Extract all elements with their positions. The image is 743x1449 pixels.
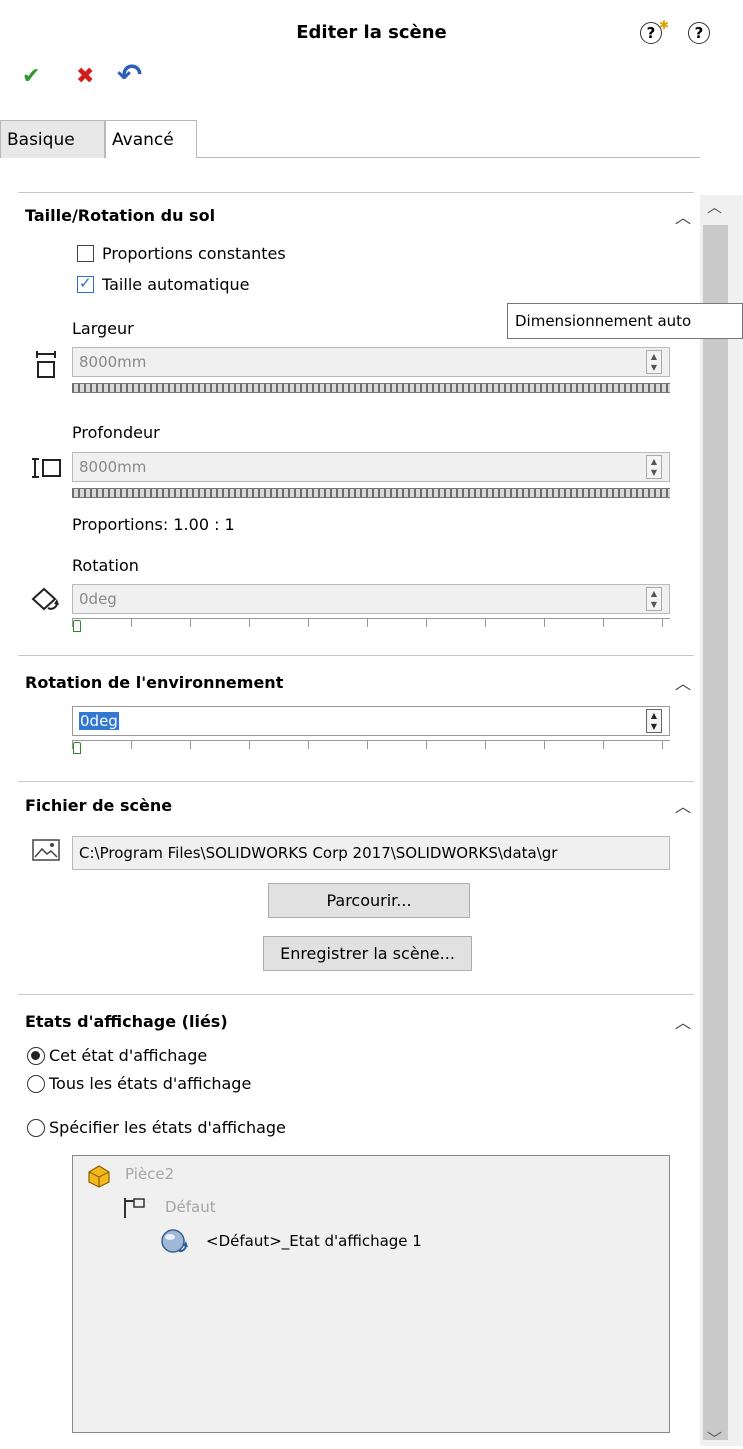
environment-rotation-slider[interactable] bbox=[72, 740, 670, 754]
section-title-scene-file: Fichier de scène bbox=[25, 796, 173, 815]
whats-new-icon[interactable]: ? ✱ bbox=[640, 18, 669, 44]
rotation-spinner[interactable]: ▲ ▼ bbox=[646, 587, 662, 611]
radio-all-states-label: Tous les états d'affichage bbox=[49, 1074, 252, 1093]
section-divider bbox=[18, 655, 694, 656]
width-spinner[interactable]: ▲ ▼ bbox=[646, 350, 662, 374]
rotation-icon bbox=[30, 586, 60, 612]
section-divider bbox=[18, 994, 694, 995]
depth-icon bbox=[32, 456, 62, 480]
collapse-chevron-icon[interactable]: ︿ bbox=[675, 670, 691, 693]
section-title-display-states: Etats d'affichage (liés) bbox=[25, 1012, 228, 1031]
radio-this-state-label: Cet état d'affichage bbox=[49, 1046, 208, 1065]
depth-label: Profondeur bbox=[72, 423, 160, 442]
depth-slider[interactable] bbox=[72, 488, 670, 498]
part-icon bbox=[86, 1162, 112, 1188]
section-divider bbox=[18, 192, 694, 193]
tree-item-display-state[interactable]: <Défaut>_Etat d'affichage 1 bbox=[206, 1232, 422, 1250]
rotation-input[interactable]: 0deg bbox=[72, 584, 670, 614]
help-icon[interactable]: ? bbox=[688, 22, 710, 44]
section-divider bbox=[18, 781, 694, 782]
scrollbar-thumb[interactable] bbox=[703, 225, 728, 1440]
environment-rotation-value: 0deg bbox=[79, 712, 119, 730]
ok-button[interactable]: ✔ bbox=[22, 64, 40, 89]
cancel-button[interactable]: ✖ bbox=[76, 64, 94, 89]
width-input[interactable]: 8000mm bbox=[72, 347, 670, 377]
width-slider[interactable] bbox=[72, 383, 670, 393]
environment-slider-handle[interactable] bbox=[73, 742, 81, 754]
scroll-up-icon[interactable]: ︿ bbox=[707, 196, 722, 217]
rotation-label: Rotation bbox=[72, 556, 139, 575]
depth-spinner[interactable]: ▲ ▼ bbox=[646, 455, 662, 479]
browse-button[interactable]: Parcourir... bbox=[268, 883, 470, 918]
depth-input[interactable]: 8000mm bbox=[72, 452, 670, 482]
auto-size-label: Taille automatique bbox=[102, 275, 250, 294]
auto-size-tooltip: Dimensionnement auto bbox=[507, 303, 743, 339]
keep-proportions-label: Proportions constantes bbox=[102, 244, 286, 263]
collapse-chevron-icon[interactable]: ︿ bbox=[675, 1009, 691, 1032]
radio-all-states[interactable] bbox=[27, 1075, 45, 1093]
width-label: Largeur bbox=[72, 319, 134, 338]
radio-specify-states[interactable] bbox=[27, 1119, 45, 1137]
tab-advanced[interactable]: Avancé bbox=[105, 120, 197, 158]
tree-item-part[interactable]: Pièce2 bbox=[125, 1165, 174, 1183]
environment-rotation-spinner[interactable]: ▲ ▼ bbox=[646, 709, 662, 733]
radio-this-state[interactable] bbox=[27, 1047, 45, 1065]
width-icon bbox=[34, 351, 58, 379]
tab-bar: Basique Avancé bbox=[0, 120, 700, 158]
keep-proportions-checkbox[interactable] bbox=[77, 245, 94, 262]
image-file-icon bbox=[32, 838, 62, 864]
page-title: Editer la scène bbox=[296, 22, 447, 43]
tree-item-configuration[interactable]: Défaut bbox=[165, 1198, 216, 1216]
proportions-text: Proportions: 1.00 : 1 bbox=[72, 515, 235, 534]
radio-specify-states-label: Spécifier les états d'affichage bbox=[49, 1118, 286, 1137]
rotation-slider[interactable] bbox=[72, 618, 670, 632]
tab-basic[interactable]: Basique bbox=[0, 120, 105, 158]
scene-file-path[interactable]: C:\Program Files\SOLIDWORKS Corp 2017\SO… bbox=[72, 836, 670, 870]
undo-icon[interactable]: ↶ bbox=[117, 58, 142, 93]
rotation-slider-handle[interactable] bbox=[73, 620, 81, 632]
configuration-icon bbox=[122, 1197, 148, 1219]
collapse-chevron-icon[interactable]: ︿ bbox=[675, 793, 691, 816]
display-states-tree[interactable] bbox=[72, 1155, 670, 1433]
tab-divider bbox=[197, 157, 700, 158]
auto-size-checkbox[interactable] bbox=[77, 274, 94, 293]
display-state-icon bbox=[160, 1228, 188, 1256]
section-title-floor: Taille/Rotation du sol bbox=[25, 206, 216, 225]
collapse-chevron-icon[interactable]: ︿ bbox=[675, 204, 691, 227]
environment-rotation-input[interactable]: 0deg bbox=[72, 706, 670, 736]
save-scene-button[interactable]: Enregistrer la scène... bbox=[263, 936, 472, 971]
section-title-environment: Rotation de l'environnement bbox=[25, 673, 284, 692]
